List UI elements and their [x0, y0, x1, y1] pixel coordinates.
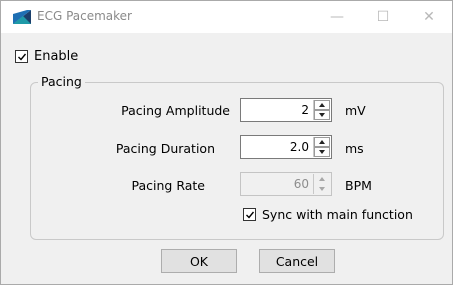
- ok-button[interactable]: OK: [161, 249, 237, 273]
- amplitude-spin-buttons: [313, 100, 330, 120]
- ecg-app-icon: [13, 10, 31, 24]
- sync-checkbox[interactable]: [243, 208, 256, 221]
- rate-increment-button[interactable]: [314, 174, 330, 184]
- enable-checkbox[interactable]: [15, 50, 28, 63]
- rate-spin-buttons: [313, 174, 330, 194]
- cancel-button[interactable]: Cancel: [259, 249, 335, 273]
- duration-label: Pacing Duration: [115, 141, 215, 156]
- maximize-button[interactable]: ☐: [360, 1, 406, 33]
- check-icon: [17, 53, 26, 61]
- sync-label[interactable]: Sync with main function: [262, 207, 413, 222]
- rate-value: 60: [293, 177, 309, 191]
- amplitude-decrement-button[interactable]: [314, 110, 330, 120]
- check-icon: [245, 211, 254, 219]
- amplitude-unit: mV: [345, 103, 366, 118]
- cancel-button-label: Cancel: [275, 253, 319, 269]
- arrow-down-icon: [319, 187, 325, 191]
- duration-spin-buttons: [313, 137, 330, 157]
- arrow-up-icon: [319, 103, 325, 107]
- amplitude-value[interactable]: 2: [301, 103, 309, 117]
- duration-spinbox[interactable]: 2.0: [240, 135, 332, 159]
- rate-unit: BPM: [345, 178, 372, 193]
- duration-increment-button[interactable]: [314, 137, 330, 147]
- amplitude-spinbox[interactable]: 2: [240, 98, 332, 122]
- window-title: ECG Pacemaker: [37, 9, 132, 23]
- arrow-down-icon: [319, 150, 325, 154]
- maximize-icon: ☐: [376, 9, 390, 25]
- enable-label[interactable]: Enable: [34, 49, 78, 64]
- minimize-button[interactable]: —: [314, 1, 360, 33]
- duration-decrement-button[interactable]: [314, 147, 330, 157]
- arrow-down-icon: [319, 113, 325, 117]
- ok-button-label: OK: [189, 253, 209, 269]
- amplitude-label: Pacing Amplitude: [121, 103, 230, 118]
- title-bar: ECG Pacemaker — ☐ ✕: [1, 1, 452, 33]
- rate-decrement-button[interactable]: [314, 184, 330, 194]
- duration-unit: ms: [345, 141, 364, 156]
- duration-value[interactable]: 2.0: [290, 140, 309, 154]
- rate-label: Pacing Rate: [131, 178, 205, 193]
- close-icon: ✕: [423, 9, 435, 25]
- amplitude-increment-button[interactable]: [314, 100, 330, 110]
- dialog-window: ECG Pacemaker — ☐ ✕ Enable Pacing Pacing…: [0, 0, 453, 285]
- arrow-up-icon: [319, 140, 325, 144]
- pacing-group-title: Pacing: [38, 74, 85, 89]
- close-button[interactable]: ✕: [406, 1, 452, 33]
- rate-spinbox[interactable]: 60: [240, 172, 332, 196]
- arrow-up-icon: [319, 177, 325, 181]
- minimize-icon: —: [330, 9, 344, 25]
